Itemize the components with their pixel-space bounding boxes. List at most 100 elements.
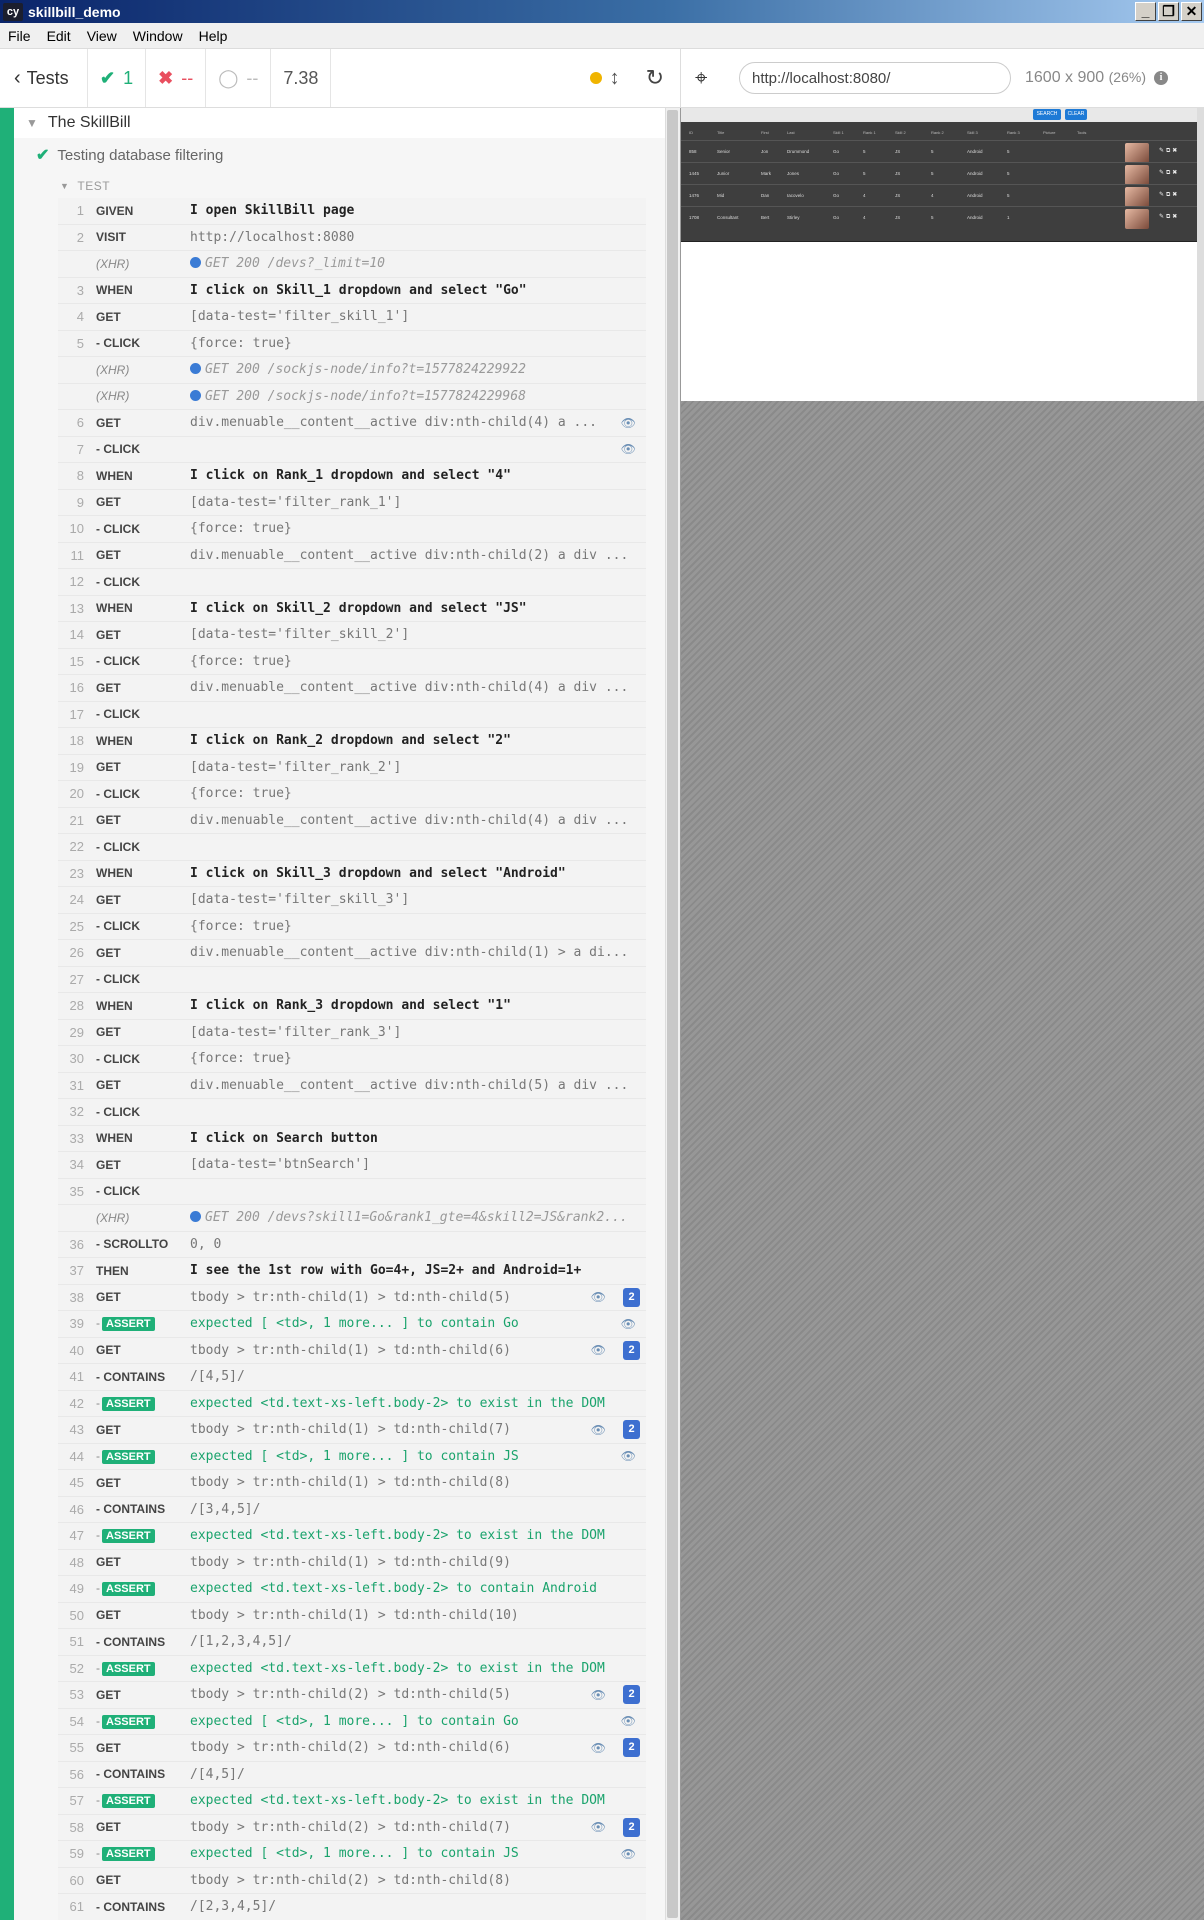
command-row[interactable]: 33 WHEN I click on Search button [58, 1125, 646, 1152]
suite-row[interactable]: ▼ The SkillBill [14, 108, 665, 138]
command-row[interactable]: 32 - CLICK [58, 1099, 646, 1126]
command-name: GIVEN [96, 203, 134, 218]
command-row[interactable]: 1 GIVEN I open SkillBill page [58, 198, 646, 225]
menu-help[interactable]: Help [191, 28, 236, 44]
command-row[interactable]: 2 VISIT http://localhost:8080 [58, 224, 646, 251]
menu-view[interactable]: View [79, 28, 125, 44]
preview-row-actions-icon[interactable]: ✎⧉✖ [1159, 191, 1179, 199]
selector-playground-icon[interactable]: ⌖ [695, 65, 725, 91]
command-row[interactable]: 40 GET tbody > tr:nth-child(1) > td:nth-ch… [58, 1337, 646, 1364]
rerun-icon[interactable]: ↻ [646, 65, 664, 91]
command-row[interactable]: 54- ASSERT expected [ <td>, 1 more... ] to… [58, 1708, 646, 1735]
command-row[interactable]: 39- ASSERT expected [ <td>, 1 more... ] to… [58, 1311, 646, 1338]
command-row[interactable]: 26 GET div.menuable__content__active div:n… [58, 940, 646, 967]
command-row[interactable]: 57- ASSERT expected <td.text-xs-left.body-… [58, 1788, 646, 1815]
command-row[interactable]: 27 - CLICK [58, 966, 646, 993]
command-row[interactable]: 59- ASSERT expected [ <td>, 1 more... ] to… [58, 1841, 646, 1868]
command-row[interactable]: 28 WHEN I click on Rank_3 dropdown and sel… [58, 993, 646, 1020]
viewport-scale: (26%) [1108, 69, 1146, 85]
command-row[interactable]: 37 THEN I see the 1st row with Go=4+, JS=2… [58, 1258, 646, 1285]
preview-table-row: 1445 Junior Mark Jones Go 5 JS 5 Android 5 ✎⧉✖ [681, 162, 1197, 185]
command-row[interactable]: 51 - CONTAINS /[1,2,3,4,5]/ [58, 1629, 646, 1656]
command-row[interactable]: 7 - CLICK 👁 [58, 436, 646, 463]
command-row[interactable]: 49- ASSERT expected <td.text-xs-left.body-… [58, 1576, 646, 1603]
autoscroll-arrows-icon[interactable]: ↕ [610, 67, 620, 90]
command-row[interactable]: 8 WHEN I click on Rank_1 dropdown and sele… [58, 463, 646, 490]
command-row[interactable]: 50 GET tbody > tr:nth-child(1) > td:nth-ch… [58, 1602, 646, 1629]
preview-table: SEARCH CLEAR ID Title First Last Skill 1 Rank… [681, 108, 1197, 242]
command-row[interactable]: 15 - CLICK {force: true} [58, 648, 646, 675]
command-row[interactable]: (XHR) GET 200 /devs?_limit=10 [58, 251, 646, 278]
command-row[interactable]: (XHR) GET 200 /sockjs-node/info?t=1577824… [58, 383, 646, 410]
preview-clear-button[interactable]: CLEAR [1065, 109, 1087, 120]
url-field[interactable]: http://localhost:8080/ [739, 62, 1011, 94]
command-row[interactable]: 16 GET div.menuable__content__active div:n… [58, 675, 646, 702]
command-row[interactable]: 21 GET div.menuable__content__active div:n… [58, 807, 646, 834]
command-row[interactable]: 47- ASSERT expected <td.text-xs-left.body-… [58, 1523, 646, 1550]
command-row[interactable]: 22 - CLICK [58, 834, 646, 861]
command-number: 46 [69, 1501, 84, 1517]
command-row[interactable]: 19 GET [data-test='filter_rank_2'] [58, 754, 646, 781]
close-button[interactable]: ✕ [1181, 2, 1202, 21]
element-count-badge: 2 [623, 1817, 640, 1837]
preview-search-button[interactable]: SEARCH [1033, 109, 1061, 120]
command-row[interactable]: 34 GET [data-test='btnSearch'] [58, 1152, 646, 1179]
command-name: - SCROLLTO [96, 1237, 169, 1252]
command-row[interactable]: 14 GET [data-test='filter_skill_2'] [58, 622, 646, 649]
command-row[interactable]: 46 - CONTAINS /[3,4,5]/ [58, 1496, 646, 1523]
test-section-header[interactable]: ▼ TEST [60, 174, 110, 198]
command-row[interactable]: 41 - CONTAINS /[4,5]/ [58, 1364, 646, 1391]
preview-row-actions-icon[interactable]: ✎⧉✖ [1159, 169, 1179, 177]
command-row[interactable]: 23 WHEN I click on Skill_3 dropdown and se… [58, 860, 646, 887]
command-row[interactable]: 55 GET tbody > tr:nth-child(2) > td:nth-ch… [58, 1735, 646, 1762]
menu-edit[interactable]: Edit [39, 28, 79, 44]
command-row[interactable]: 25 - CLICK {force: true} [58, 913, 646, 940]
command-row[interactable]: 24 GET [data-test='filter_skill_3'] [58, 887, 646, 914]
command-row[interactable]: 52- ASSERT expected <td.text-xs-left.body-… [58, 1655, 646, 1682]
command-row[interactable]: 11 GET div.menuable__content__active div:n… [58, 542, 646, 569]
command-row[interactable]: 35 - CLICK [58, 1178, 646, 1205]
command-row[interactable]: 58 GET tbody > tr:nth-child(2) > td:nth-ch… [58, 1814, 646, 1841]
command-row[interactable]: (XHR) GET 200 /devs?skill1=Go&rank1_gte=4… [58, 1205, 646, 1232]
preview-row-actions-icon[interactable]: ✎⧉✖ [1159, 147, 1179, 155]
command-row[interactable]: 10 - CLICK {force: true} [58, 516, 646, 543]
command-row[interactable]: 60 GET tbody > tr:nth-child(2) > td:nth-ch… [58, 1867, 646, 1894]
preview-cell: Android [967, 171, 983, 176]
info-icon[interactable]: i [1154, 71, 1168, 85]
command-row[interactable]: 44- ASSERT expected [ <td>, 1 more... ] to… [58, 1443, 646, 1470]
command-row[interactable]: 9 GET [data-test='filter_rank_1'] [58, 489, 646, 516]
command-number: 52 [69, 1660, 84, 1676]
command-row[interactable]: 17 - CLICK [58, 701, 646, 728]
command-row[interactable]: 18 WHEN I click on Rank_2 dropdown and sel… [58, 728, 646, 755]
command-row[interactable]: 30 - CLICK {force: true} [58, 1046, 646, 1073]
scrollbar-thumb[interactable] [667, 110, 678, 1918]
command-row[interactable]: 36 - SCROLLTO 0, 0 [58, 1231, 646, 1258]
preview-row-actions-icon[interactable]: ✎⧉✖ [1159, 213, 1179, 221]
test-row[interactable]: ✔ Testing database filtering [14, 138, 665, 172]
command-row[interactable]: 13 WHEN I click on Skill_2 dropdown and se… [58, 595, 646, 622]
menu-file[interactable]: File [0, 28, 39, 44]
command-row[interactable]: 4 GET [data-test='filter_skill_1'] [58, 304, 646, 331]
command-row[interactable]: (XHR) GET 200 /sockjs-node/info?t=1577824… [58, 357, 646, 384]
command-row[interactable]: 6 GET div.menuable__content__active div:nt… [58, 410, 646, 437]
command-row[interactable]: 45 GET tbody > tr:nth-child(1) > td:nth-ch… [58, 1470, 646, 1497]
command-row[interactable]: 12 - CLICK [58, 569, 646, 596]
minimize-button[interactable]: _ [1135, 2, 1156, 21]
aut-iframe[interactable]: SEARCH CLEAR ID Title First Last Skill 1 Rank… [681, 108, 1197, 401]
command-row[interactable]: 43 GET tbody > tr:nth-child(1) > td:nth-ch… [58, 1417, 646, 1444]
menu-window[interactable]: Window [125, 28, 191, 44]
command-row[interactable]: 31 GET div.menuable__content__active div:n… [58, 1072, 646, 1099]
command-row[interactable]: 38 GET tbody > tr:nth-child(1) > td:nth-ch… [58, 1284, 646, 1311]
command-row[interactable]: 20 - CLICK {force: true} [58, 781, 646, 808]
command-row[interactable]: 29 GET [data-test='filter_rank_3'] [58, 1019, 646, 1046]
restore-button[interactable]: ❐ [1158, 2, 1179, 21]
command-name: GET [96, 1555, 121, 1570]
command-row[interactable]: 42- ASSERT expected <td.text-xs-left.body-… [58, 1390, 646, 1417]
tests-button[interactable]: ‹ Tests [0, 49, 88, 107]
command-row[interactable]: 48 GET tbody > tr:nth-child(1) > td:nth-ch… [58, 1549, 646, 1576]
command-row[interactable]: 61 - CONTAINS /[2,3,4,5]/ [58, 1894, 646, 1920]
command-row[interactable]: 3 WHEN I click on Skill_1 dropdown and sel… [58, 277, 646, 304]
command-row[interactable]: 5 - CLICK {force: true} [58, 330, 646, 357]
command-row[interactable]: 56 - CONTAINS /[4,5]/ [58, 1761, 646, 1788]
command-row[interactable]: 53 GET tbody > tr:nth-child(2) > td:nth-ch… [58, 1682, 646, 1709]
